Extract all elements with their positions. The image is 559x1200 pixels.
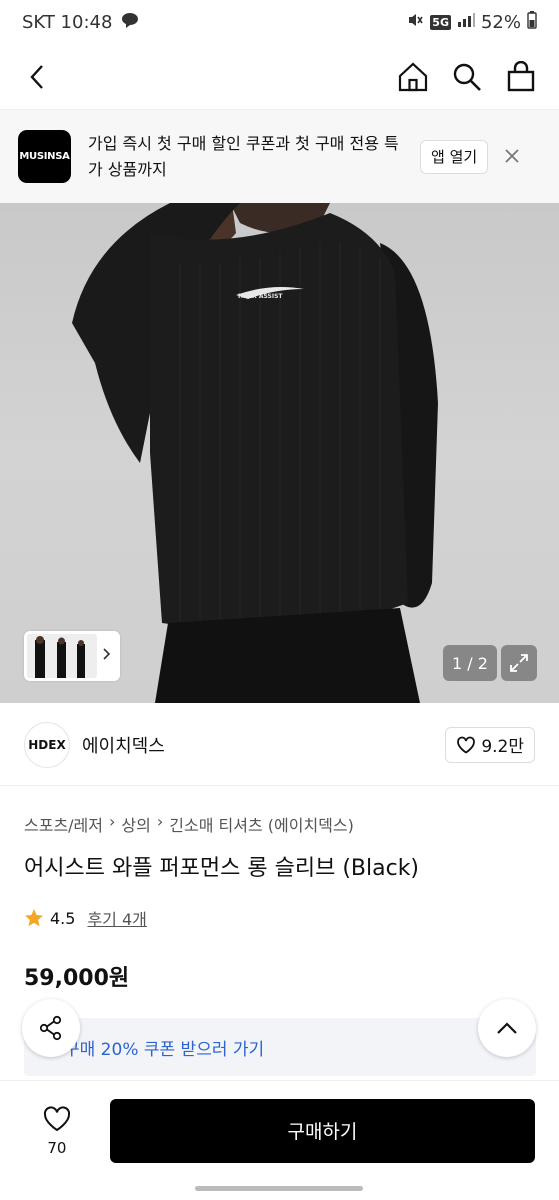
buy-button[interactable]: 구매하기	[109, 1098, 535, 1163]
bottom-purchase-bar: 70 구매하기	[0, 1080, 559, 1180]
thumbnail-image[interactable]	[27, 634, 97, 678]
home-button[interactable]	[397, 61, 429, 93]
page-indicator: 1 / 2	[443, 645, 497, 681]
breadcrumb-item[interactable]: 상의	[121, 812, 150, 836]
product-price: 59,000원	[24, 966, 130, 991]
search-button[interactable]	[451, 61, 483, 93]
signal-icon	[457, 12, 475, 33]
gesture-navigation-bar[interactable]	[195, 1186, 363, 1191]
breadcrumb: 스포츠/레저 › 상의 › 긴소매 티셔츠 (에이치덱스)	[24, 812, 354, 836]
product-image-gallery[interactable]: HDEX ASSIST 1 / 2	[0, 203, 559, 703]
chevron-right-icon	[103, 648, 111, 664]
brand-name[interactable]: 에이치덱스	[82, 732, 165, 758]
share-button[interactable]	[22, 999, 80, 1057]
back-arrow-icon	[30, 64, 43, 89]
scroll-top-button[interactable]	[478, 999, 536, 1057]
app-open-button[interactable]: 앱 열기	[420, 139, 489, 174]
status-time: SKT 10:48	[22, 11, 113, 33]
shopping-bag-icon	[507, 60, 535, 91]
coupon-banner[interactable]: 구매 20% 쿠폰 받으러 가기	[24, 1018, 536, 1076]
wishlist-button[interactable]: 70	[24, 1105, 90, 1157]
wishlist-count: 70	[47, 1138, 67, 1157]
product-photo: HDEX ASSIST	[72, 203, 438, 703]
rating-value: 4.5	[50, 908, 76, 928]
heart-icon	[457, 736, 476, 754]
review-link[interactable]: 후기 4개	[87, 906, 146, 930]
thumbnail-photo	[27, 634, 97, 678]
brand-like-button[interactable]: 9.2만	[445, 726, 535, 763]
brand-logo[interactable]: HDEX	[24, 721, 70, 768]
expand-icon	[510, 654, 528, 672]
shirt-print-text: HDEX ASSIST	[238, 293, 283, 300]
battery-text: 52%	[480, 11, 521, 33]
battery-icon	[527, 10, 537, 34]
breadcrumb-item[interactable]: 스포츠/레저	[24, 812, 103, 836]
thumbnail-strip[interactable]	[24, 631, 120, 681]
share-icon	[39, 1015, 62, 1041]
messenger-icon	[120, 11, 140, 34]
home-icon	[398, 62, 428, 91]
musinsa-logo: MUSINSA	[18, 130, 71, 183]
status-bar: SKT 10:48 5G 52%	[0, 0, 559, 44]
close-icon	[505, 148, 519, 163]
rating-row: 4.5 후기 4개	[24, 906, 147, 930]
coupon-text[interactable]: 구매 20% 쿠폰 받으러 가기	[64, 1035, 264, 1060]
app-install-banner: MUSINSA 가입 즉시 첫 구매 할인 쿠폰과 첫 구매 전용 특가 상품까…	[0, 110, 559, 203]
breadcrumb-separator: ›	[156, 812, 164, 831]
expand-button[interactable]	[501, 645, 537, 681]
breadcrumb-separator: ›	[109, 812, 116, 831]
product-title: 어시스트 와플 퍼포먼스 롱 슬리브 (Black)	[24, 856, 420, 881]
brand-row[interactable]: HDEX 에이치덱스 9.2만	[0, 704, 559, 786]
banner-message: 가입 즉시 첫 구매 할인 쿠폰과 첫 구매 전용 특가 상품까지	[88, 133, 399, 179]
chevron-up-icon	[497, 1022, 517, 1034]
heart-icon	[43, 1105, 70, 1131]
banner-close-button[interactable]	[504, 145, 520, 169]
star-icon	[25, 909, 43, 927]
mute-icon	[406, 11, 424, 34]
breadcrumb-item[interactable]: 긴소매 티셔츠 (에이치덱스)	[169, 812, 354, 836]
network-badge: 5G	[430, 14, 451, 30]
cart-button[interactable]	[505, 60, 537, 93]
top-nav	[0, 44, 559, 110]
brand-like-count: 9.2만	[481, 737, 524, 757]
back-button[interactable]	[22, 61, 54, 93]
search-icon	[453, 63, 481, 91]
